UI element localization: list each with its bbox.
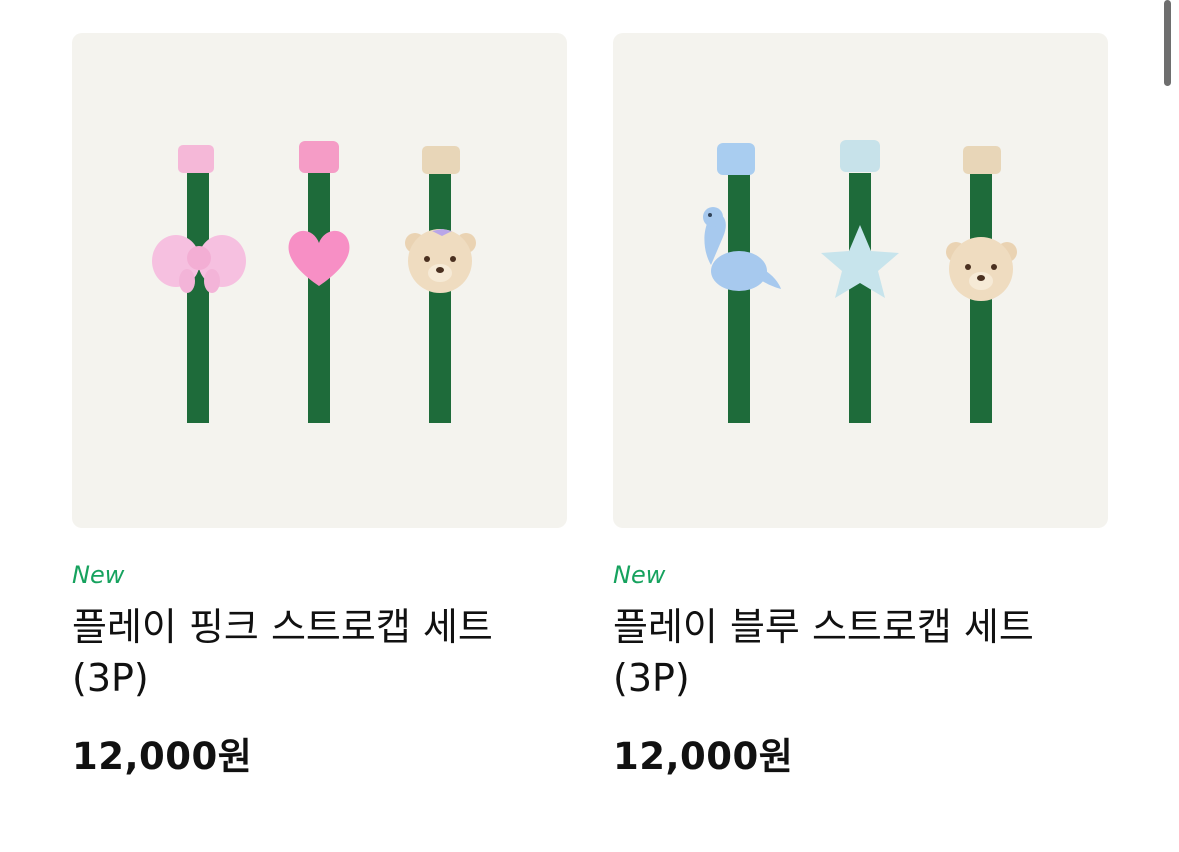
product-card-blue[interactable]: New 플레이 블루 스트로캡 세트 (3P) 12,000원 (613, 33, 1108, 780)
product-card-pink[interactable]: New 플레이 핑크 스트로캡 세트 (3P) 12,000원 (72, 33, 567, 780)
product-price: 12,000원 (613, 735, 794, 778)
cap-3 (422, 146, 460, 174)
straw-2 (308, 173, 330, 423)
blue-straw-caps-image (703, 140, 1017, 423)
product-image-pink[interactable] (72, 33, 567, 528)
straw-3 (429, 173, 451, 423)
straw-1 (728, 173, 750, 423)
new-badge: New (72, 561, 125, 589)
cap-1 (717, 143, 755, 175)
product-grid: New 플레이 핑크 스트로캡 세트 (3P) 12,000원 New 플레이 … (72, 33, 1108, 780)
cap-2 (299, 141, 339, 173)
bear-charm-icon (405, 229, 476, 293)
product-price: 12,000원 (72, 735, 253, 778)
product-title[interactable]: 플레이 핑크 스트로캡 세트 (3P) (72, 602, 552, 704)
new-badge: New (613, 561, 666, 589)
cap-1 (178, 145, 214, 173)
cap-2 (840, 140, 880, 172)
product-title[interactable]: 플레이 블루 스트로캡 세트 (3P) (613, 602, 1093, 704)
cap-3 (963, 146, 1001, 174)
straw-2 (849, 173, 871, 423)
pink-straw-caps-image (152, 141, 476, 423)
bear-charm-icon (946, 237, 1017, 301)
product-image-blue[interactable] (613, 33, 1108, 528)
straw-1 (187, 173, 209, 423)
scrollbar[interactable] (1164, 0, 1171, 86)
